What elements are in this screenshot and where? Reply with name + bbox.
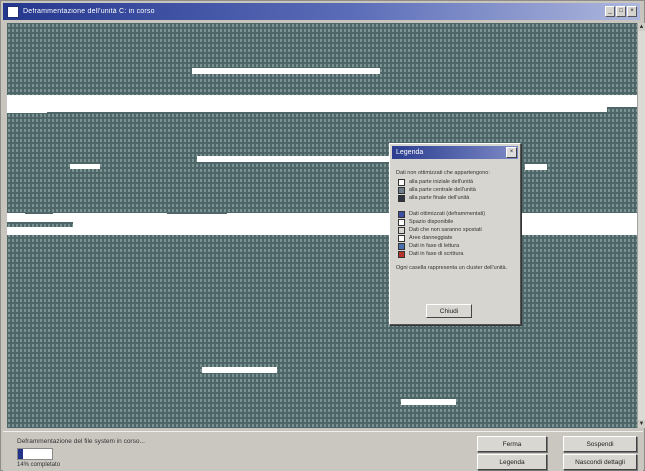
legend-swatch-icon bbox=[398, 210, 405, 218]
legend-swatch-icon bbox=[398, 242, 405, 250]
legend-item-label: alla parte centrale dell'unità bbox=[409, 187, 476, 193]
scroll-up-icon[interactable]: ▲ bbox=[638, 23, 645, 31]
legend-item-label: Dati che non saranno spostati bbox=[409, 227, 482, 233]
legend-item: Dati in fase di lettura bbox=[398, 242, 514, 250]
legend-item: alla parte centrale dell'unità bbox=[398, 186, 514, 194]
free-space-block bbox=[70, 164, 100, 169]
free-space-block bbox=[197, 156, 397, 162]
cluster-grid bbox=[7, 23, 637, 428]
legend-item: alla parte iniziale dell'unità bbox=[398, 178, 514, 186]
legend-swatch-icon bbox=[398, 226, 405, 234]
cluster-island bbox=[167, 209, 227, 214]
legend-swatch-icon bbox=[398, 186, 405, 194]
legend-item-label: alla parte finale dell'unità bbox=[409, 195, 470, 201]
legend-dialog: Legenda × Dati non ottimizzati che appar… bbox=[389, 143, 521, 325]
percent-complete: 14% completato bbox=[17, 462, 61, 468]
title-bar[interactable]: Deframmentazione dell'unità C: in corso … bbox=[3, 3, 640, 20]
legend-close-button[interactable]: Chiudi bbox=[426, 304, 472, 318]
legend-swatch-icon bbox=[398, 250, 405, 258]
legend-item-label: Dati in fase di scrittura bbox=[409, 251, 464, 257]
vertical-scrollbar[interactable]: ▲ ▼ bbox=[637, 23, 645, 428]
app-icon bbox=[7, 5, 19, 18]
legend-swatch-icon bbox=[398, 218, 405, 226]
close-button[interactable]: × bbox=[627, 6, 637, 17]
legend-swatch-icon bbox=[398, 178, 405, 186]
progress-bar bbox=[17, 448, 53, 460]
pause-button[interactable]: Sospendi bbox=[563, 436, 637, 452]
legend-item: Dati che non saranno spostati bbox=[398, 226, 514, 234]
legend-item: Aree danneggiate bbox=[398, 234, 514, 242]
status-text: Deframmentazione del file system in cors… bbox=[17, 438, 145, 445]
legend-group-unoptimized: alla parte iniziale dell'unità alla parte… bbox=[396, 178, 514, 202]
free-space-block bbox=[192, 68, 380, 74]
progress-fill bbox=[18, 449, 23, 459]
defrag-window: Deframmentazione dell'unità C: in corso … bbox=[0, 0, 645, 471]
hide-details-button[interactable]: Nascondi dettagli bbox=[563, 454, 637, 470]
window-controls: _ □ × bbox=[605, 6, 637, 17]
legend-item-label: alla parte iniziale dell'unità bbox=[409, 179, 474, 185]
legend-item: Spazio disponibile bbox=[398, 218, 514, 226]
free-space-block bbox=[202, 367, 277, 373]
legend-title: Legenda bbox=[396, 149, 424, 156]
free-space-block bbox=[7, 213, 637, 235]
cluster-map bbox=[7, 23, 637, 428]
legend-button[interactable]: Legenda bbox=[477, 454, 547, 470]
legend-swatch-icon bbox=[398, 234, 405, 242]
free-space-block bbox=[401, 399, 456, 405]
maximize-button[interactable]: □ bbox=[616, 6, 626, 17]
legend-item-label: Dati in fase di lettura bbox=[409, 243, 460, 249]
free-space-block bbox=[7, 95, 637, 112]
minimize-button[interactable]: _ bbox=[605, 6, 615, 17]
cluster-island bbox=[7, 222, 73, 227]
legend-close-icon[interactable]: × bbox=[506, 147, 517, 158]
legend-item-label: Dati ottimizzati (deframmentati) bbox=[409, 211, 486, 217]
legend-item-label: Spazio disponibile bbox=[409, 219, 454, 225]
legend-swatch-icon bbox=[398, 194, 405, 202]
legend-title-bar[interactable]: Legenda × bbox=[392, 146, 518, 159]
cluster-island bbox=[25, 209, 53, 214]
legend-item: Dati in fase di scrittura bbox=[398, 250, 514, 258]
legend-intro: Dati non ottimizzati che appartengono: bbox=[396, 170, 490, 176]
scroll-down-icon[interactable]: ▼ bbox=[638, 420, 645, 428]
stop-button[interactable]: Ferma bbox=[477, 436, 547, 452]
free-space-block bbox=[525, 164, 547, 170]
window-title: Deframmentazione dell'unità C: in corso bbox=[23, 8, 155, 15]
free-space-block bbox=[7, 110, 47, 113]
legend-item: Dati ottimizzati (deframmentati) bbox=[398, 210, 514, 218]
legend-item: alla parte finale dell'unità bbox=[398, 194, 514, 202]
legend-note: Ogni casella rappresenta un cluster dell… bbox=[396, 265, 508, 271]
legend-group-other: Dati ottimizzati (deframmentati) Spazio d… bbox=[396, 210, 514, 258]
legend-item-label: Aree danneggiate bbox=[409, 235, 453, 241]
legend-body: Dati non ottimizzati che appartengono: a… bbox=[390, 161, 520, 276]
cluster-island bbox=[607, 107, 637, 113]
status-bar: Deframmentazione del file system in cors… bbox=[3, 431, 643, 471]
